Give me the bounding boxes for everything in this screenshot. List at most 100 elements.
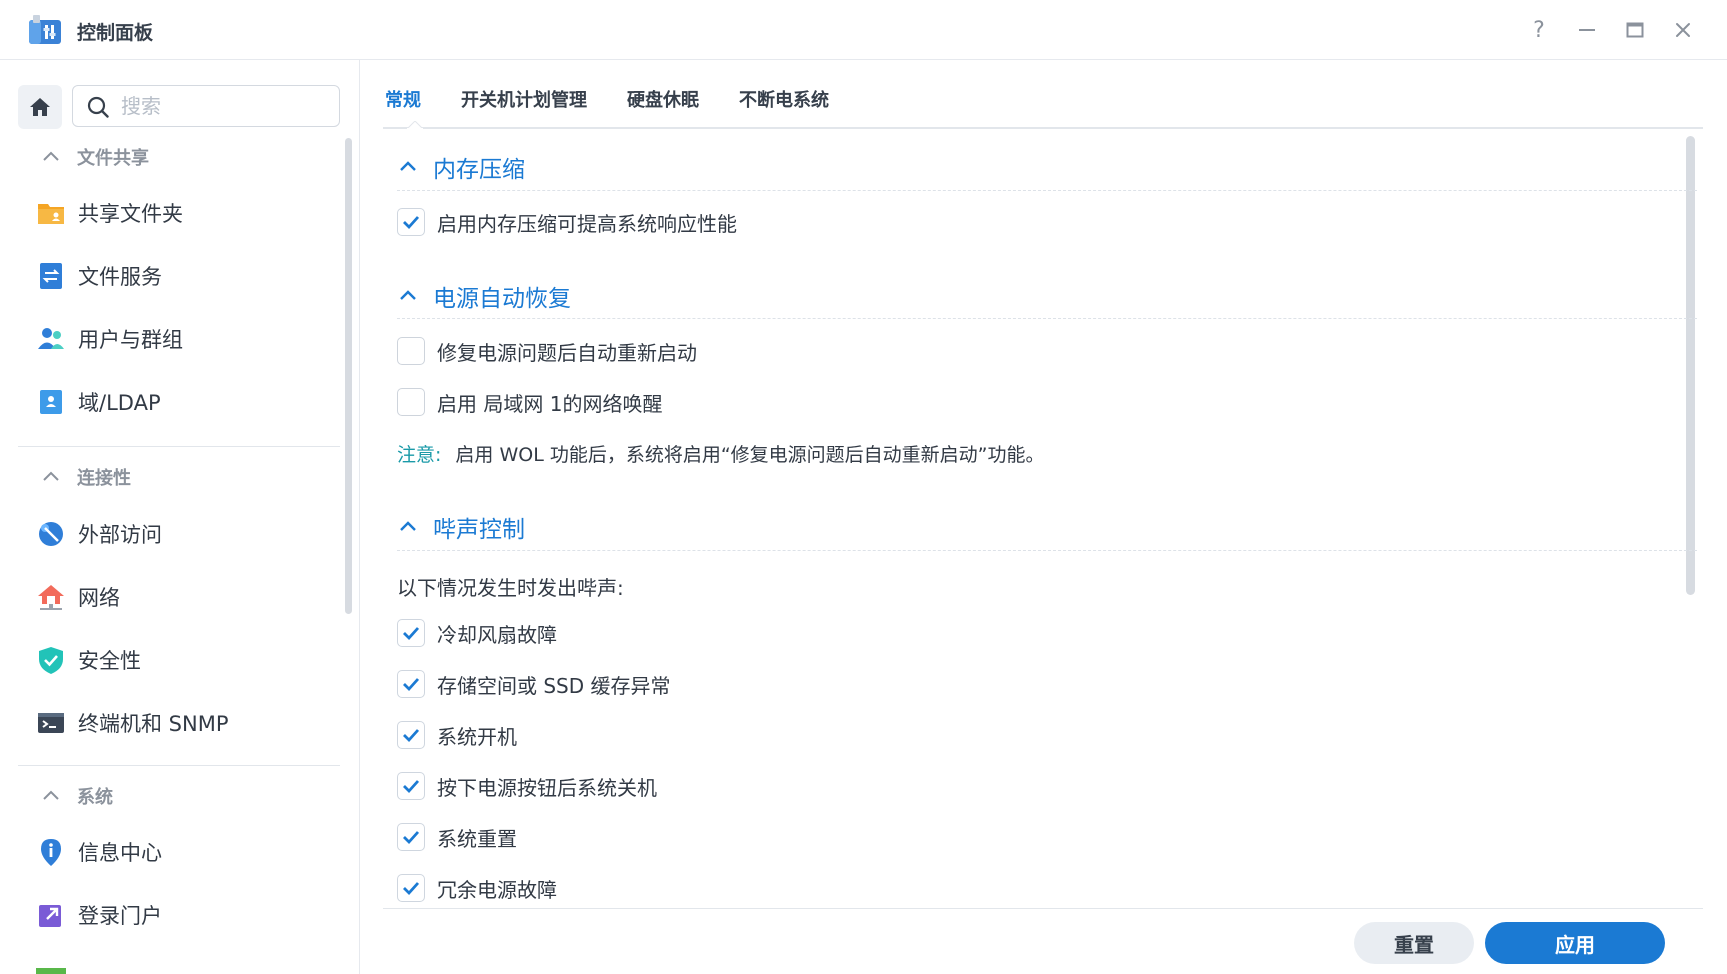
chevron-up-icon — [400, 521, 416, 531]
maximize-icon — [1626, 22, 1644, 38]
checkbox[interactable] — [397, 721, 425, 749]
tab-hdd-hibernation[interactable]: 硬盘休眠 — [625, 60, 701, 128]
users-icon — [38, 328, 64, 349]
main-panel: 常规 开关机计划管理 硬盘休眠 不断电系统 内存压缩 启用内存压缩可提高系统响应… — [361, 60, 1727, 974]
group-header-memory-compression[interactable]: 内存压缩 — [397, 150, 525, 184]
section-title: 文件共享 — [77, 148, 149, 169]
section-title: 连接性 — [77, 468, 131, 489]
checkbox[interactable] — [397, 388, 425, 416]
group-header-beep-control[interactable]: 哔声控制 — [397, 510, 525, 544]
checkmark-icon — [403, 780, 420, 794]
section-header-connectivity[interactable]: 连接性 — [40, 462, 131, 492]
checkbox-label: 启用 局域网 1的网络唤醒 — [437, 391, 663, 416]
checkmark-icon — [403, 882, 420, 896]
sidebar-item-info-center[interactable]: 信息中心 — [36, 828, 336, 876]
group-divider — [397, 318, 1697, 319]
checkbox-memory-compression[interactable]: 启用内存压缩可提高系统响应性能 — [397, 206, 737, 238]
tab-ups[interactable]: 不断电系统 — [737, 60, 831, 128]
checkbox-system-boot[interactable]: 系统开机 — [397, 719, 517, 751]
checkbox[interactable] — [397, 874, 425, 902]
sidebar-item-label: 终端机和 SNMP — [78, 712, 229, 736]
section-header-file-sharing[interactable]: 文件共享 — [40, 142, 149, 172]
help-button[interactable]: ? — [1523, 14, 1555, 46]
note-text: 启用 WOL 功能后，系统将启用“修复电源问题后自动重新启动”功能。 — [455, 443, 1045, 466]
beep-intro-text: 以下情况发生时发出哔声: — [397, 576, 624, 600]
group-title: 哔声控制 — [433, 517, 525, 543]
file-services-icon — [40, 263, 62, 289]
maximize-button[interactable] — [1619, 14, 1651, 46]
group-title: 电源自动恢复 — [433, 286, 571, 312]
checkbox[interactable] — [397, 619, 425, 647]
chevron-up-icon — [43, 151, 59, 161]
group-divider — [397, 190, 1697, 191]
active-tab-caret-icon — [407, 121, 423, 129]
content-scrollbar[interactable] — [1686, 136, 1695, 595]
chevron-up-icon — [43, 790, 59, 800]
checkbox[interactable] — [397, 208, 425, 236]
note-label: 注意: — [397, 443, 442, 466]
checkbox-power-button-shutdown[interactable]: 按下电源按钮后系统关机 — [397, 770, 657, 802]
apply-button[interactable]: 应用 — [1485, 922, 1665, 964]
checkbox[interactable] — [397, 823, 425, 851]
chevron-up-icon — [400, 290, 416, 300]
sidebar-item-terminal-snmp[interactable]: 终端机和 SNMP — [36, 699, 336, 747]
checkbox-label: 启用内存压缩可提高系统响应性能 — [437, 211, 737, 236]
minimize-button[interactable] — [1571, 14, 1603, 46]
checkbox-system-reset[interactable]: 系统重置 — [397, 821, 517, 853]
sidebar: 文件共享 共享文件夹 文件服务 用户与群组 — [0, 60, 360, 974]
home-button[interactable] — [18, 85, 62, 129]
window-title: 控制面板 — [77, 22, 154, 44]
group-header-power-recovery[interactable]: 电源自动恢复 — [397, 279, 571, 313]
group-divider — [397, 550, 1697, 551]
tab-power-schedule[interactable]: 开关机计划管理 — [459, 60, 589, 128]
sidebar-item-label: 安全性 — [78, 649, 141, 673]
sidebar-scrollbar[interactable] — [345, 138, 352, 614]
sidebar-item-login-portal[interactable]: 登录门户 — [36, 891, 336, 939]
sidebar-item-label: 共享文件夹 — [78, 202, 183, 226]
sidebar-divider — [18, 765, 340, 766]
checkbox-storage-ssd-error[interactable]: 存储空间或 SSD 缓存异常 — [397, 668, 671, 700]
sidebar-item-label: 文件服务 — [78, 265, 162, 289]
home-icon — [30, 98, 50, 116]
footer-divider — [383, 908, 1703, 909]
sidebar-item-file-services[interactable]: 文件服务 — [36, 252, 336, 300]
checkbox[interactable] — [397, 670, 425, 698]
reset-button[interactable]: 重置 — [1354, 922, 1474, 964]
control-panel-window: 控制面板 ? 文件共享 — [0, 0, 1727, 974]
checkmark-icon — [403, 627, 420, 641]
info-icon — [41, 839, 61, 866]
tab-underline — [383, 127, 1703, 129]
tab-general[interactable]: 常规 — [383, 60, 423, 128]
sidebar-item-security[interactable]: 安全性 — [36, 636, 336, 684]
login-portal-icon — [39, 905, 61, 927]
search-input[interactable] — [121, 92, 331, 120]
network-icon — [38, 585, 64, 610]
checkmark-icon — [403, 831, 420, 845]
sidebar-item-label: 登录门户 — [78, 904, 162, 928]
checkbox-wake-on-lan[interactable]: 启用 局域网 1的网络唤醒 — [397, 386, 662, 418]
checkbox[interactable] — [397, 772, 425, 800]
sidebar-item-users-groups[interactable]: 用户与群组 — [36, 315, 336, 363]
close-button[interactable] — [1667, 14, 1699, 46]
wol-note: 注意: 启用 WOL 功能后，系统将启用“修复电源问题后自动重新启动”功能。 — [397, 438, 1045, 468]
tab-bar: 常规 开关机计划管理 硬盘休眠 不断电系统 — [383, 60, 867, 128]
sidebar-item-external-access[interactable]: 外部访问 — [36, 510, 336, 558]
sidebar-item-shared-folder[interactable]: 共享文件夹 — [36, 189, 336, 237]
group-title: 内存压缩 — [433, 157, 525, 183]
checkbox-fan-failure[interactable]: 冷却风扇故障 — [397, 617, 557, 649]
sidebar-item-label: 外部访问 — [78, 523, 162, 547]
sidebar-item-domain-ldap[interactable]: 域/LDAP — [36, 378, 336, 426]
sidebar-divider — [18, 446, 340, 447]
search-icon — [87, 96, 109, 118]
external-access-icon — [39, 522, 63, 546]
checkbox[interactable] — [397, 337, 425, 365]
search-box — [72, 85, 340, 127]
checkbox-label: 按下电源按钮后系统关机 — [437, 775, 657, 800]
section-header-system[interactable]: 系统 — [40, 781, 113, 811]
minimize-icon — [1579, 29, 1595, 31]
checkbox-auto-restart[interactable]: 修复电源问题后自动重新启动 — [397, 335, 697, 367]
checkbox-redundant-power-failure[interactable]: 冗余电源故障 — [397, 872, 557, 904]
checkbox-label: 修复电源问题后自动重新启动 — [437, 340, 697, 365]
section-title: 系统 — [77, 787, 113, 808]
sidebar-item-network[interactable]: 网络 — [36, 573, 336, 621]
